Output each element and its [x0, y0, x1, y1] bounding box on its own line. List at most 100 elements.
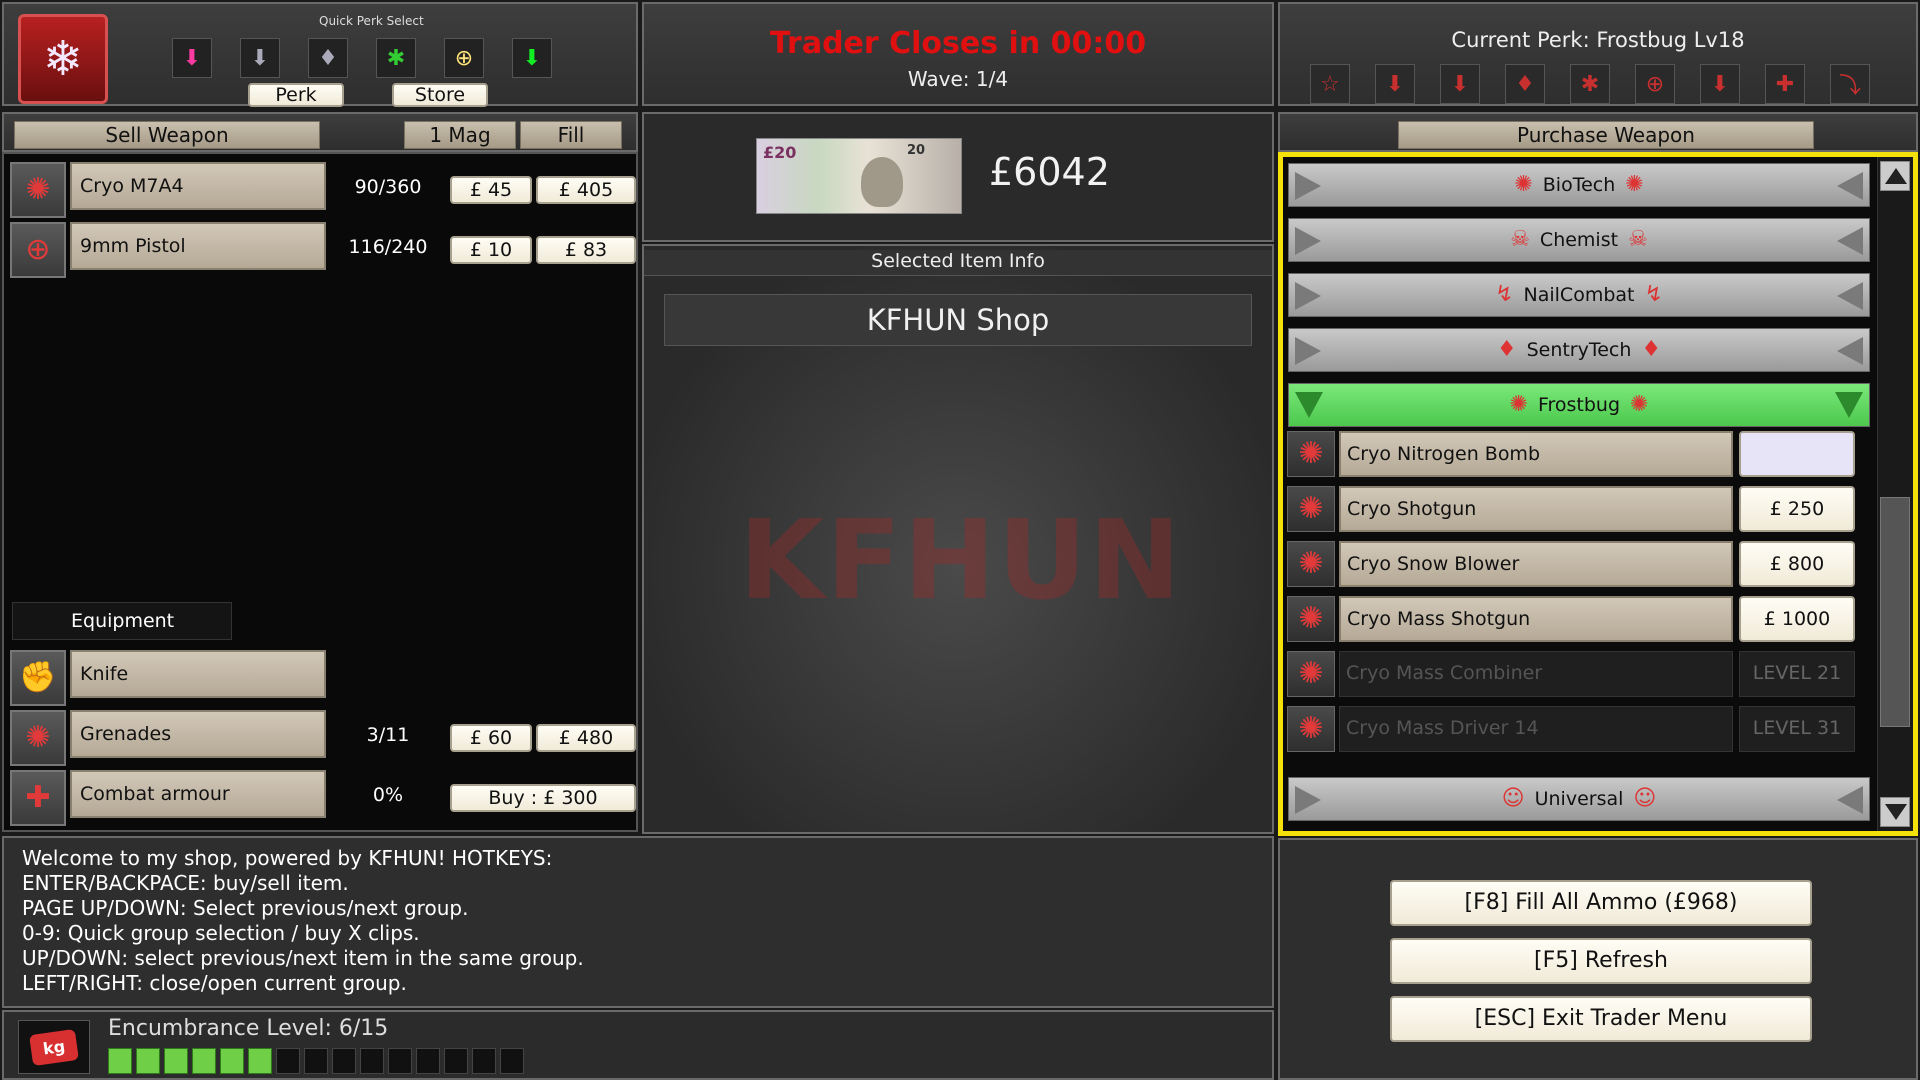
- help-line: ENTER/BACKPACE: buy/sell item.: [22, 871, 349, 895]
- purchase-list: ✺ BioTech ✺ ☠ Chemist ☠ ↯ NailCombat ↯ ♦ Sentry…: [1278, 152, 1918, 836]
- buy-mag-button[interactable]: £ 10: [450, 236, 532, 264]
- purchase-item-name[interactable]: Cryo Shotgun: [1339, 486, 1733, 532]
- trader-status-panel: Trader Closes in 00:00 Wave: 1/4: [642, 2, 1274, 106]
- purchase-item-price[interactable]: £ 250: [1739, 486, 1855, 532]
- group-label: BioTech: [1542, 174, 1616, 196]
- biohazard-icon: ✺: [1514, 172, 1533, 197]
- skull-icon: ☠: [1510, 227, 1530, 252]
- perk-group-icon[interactable]: ⬇: [1700, 64, 1740, 104]
- purchase-item-name[interactable]: Cryo Nitrogen Bomb: [1339, 431, 1733, 477]
- perk-icon-medic[interactable]: ✱: [376, 38, 416, 78]
- encumbrance-cell: [500, 1048, 524, 1074]
- perk-icon-sharpshooter[interactable]: ⊕: [444, 38, 484, 78]
- current-perk-label: Current Perk: Frostbug Lv18: [1451, 28, 1745, 52]
- snowflake-perk-icon: ✺: [25, 172, 51, 207]
- expand-arrow-icon: [1295, 282, 1321, 310]
- group-nailcombat[interactable]: ↯ NailCombat ↯: [1288, 273, 1870, 317]
- refresh-button[interactable]: [F5] Refresh: [1390, 938, 1812, 984]
- perk-header-panel: ❄ Quick Perk Select ⬇ ⬇ ♦ ✱ ⊕ ⬇ Perk Sto…: [2, 2, 638, 107]
- sell-item-name[interactable]: Cryo M7A4: [70, 162, 326, 210]
- help-panel: Welcome to my shop, powered by KFHUN! HO…: [2, 836, 1274, 1008]
- snowflake-perk-icon: ✺: [1298, 436, 1324, 471]
- collapse-arrow-icon: [1837, 337, 1863, 365]
- encumbrance-cell: [248, 1048, 272, 1074]
- encumbrance-cell: [192, 1048, 216, 1074]
- purchase-item-price-selected[interactable]: £ 500: [1739, 431, 1855, 477]
- crosshair-icon[interactable]: ⊕: [1635, 64, 1675, 104]
- perk-icon-firebug[interactable]: ♦: [308, 38, 348, 78]
- star-icon[interactable]: ☆: [1310, 64, 1350, 104]
- selected-item-info-title: Selected Item Info: [644, 250, 1272, 276]
- cross-icon[interactable]: ✚: [1765, 64, 1805, 104]
- equipment-icon: ✚: [10, 770, 66, 826]
- exit-trader-button[interactable]: [ESC] Exit Trader Menu: [1390, 996, 1812, 1042]
- snowflake-perk-icon: ✺: [1298, 601, 1324, 636]
- armour-percent: 0%: [372, 784, 404, 806]
- group-biotech[interactable]: ✺ BioTech ✺: [1288, 163, 1870, 207]
- snowflake-perk-icon: ✺: [1298, 711, 1324, 746]
- item-icon: ✺: [1287, 596, 1335, 642]
- encumbrance-cell: [472, 1048, 496, 1074]
- fill-all-ammo-button[interactable]: [F8] Fill All Ammo (£968): [1390, 880, 1812, 926]
- universal-icon: ☺: [1633, 786, 1657, 811]
- fill-ammo-button[interactable]: £ 83: [536, 236, 636, 264]
- perk-icon-berserker[interactable]: ⬇: [512, 38, 552, 78]
- group-universal[interactable]: ☺ Universal ☺: [1288, 777, 1870, 821]
- scroll-thumb[interactable]: [1880, 497, 1910, 727]
- purchase-item-level-lock: LEVEL 31: [1739, 706, 1855, 752]
- sell-list: ✺ Cryo M7A4 90/360 £ 45 £ 405 ⊕ 9mm Pist…: [2, 152, 638, 832]
- tab-store[interactable]: Store: [392, 83, 488, 107]
- equipment-icon: ✊: [10, 650, 66, 706]
- fill-column-header: Fill: [520, 121, 622, 149]
- scroll-up-icon[interactable]: [1880, 161, 1910, 191]
- collapse-arrow-icon: [1837, 227, 1863, 255]
- collapse-arrow-icon: [1837, 786, 1863, 814]
- equipment-name[interactable]: Knife: [70, 650, 326, 698]
- biohazard-icon: ✺: [1625, 172, 1644, 197]
- sell-item-ammo: 116/240: [348, 236, 428, 258]
- shop-name: KFHUN Shop: [664, 294, 1252, 346]
- sell-weapon-title: Sell Weapon: [14, 121, 320, 149]
- nail-icon: ↯: [1495, 282, 1514, 307]
- wave-counter: Wave: 1/4: [907, 67, 1009, 91]
- buy-grenade-button[interactable]: £ 60: [450, 724, 532, 752]
- perk-icon-commando[interactable]: ⬇: [172, 38, 212, 78]
- purchase-item-price[interactable]: £ 800: [1739, 541, 1855, 587]
- actions-panel: [F8] Fill All Ammo (£968) [F5] Refresh […: [1278, 838, 1918, 1080]
- sell-item-ammo: 90/360: [354, 176, 422, 198]
- encumbrance-label: Encumbrance Level: 6/15: [108, 1016, 389, 1041]
- perk-group-icon[interactable]: ⤵: [1830, 64, 1870, 104]
- collapse-arrow-icon: [1295, 392, 1323, 418]
- collapse-arrow-icon: [1835, 392, 1863, 418]
- group-frostbug[interactable]: ✺ Frostbug ✺: [1288, 383, 1870, 427]
- group-chemist[interactable]: ☠ Chemist ☠: [1288, 218, 1870, 262]
- purchase-item-name[interactable]: Cryo Snow Blower: [1339, 541, 1733, 587]
- weapon-icon: ✺: [10, 162, 66, 218]
- purchase-item-price[interactable]: £ 1000: [1739, 596, 1855, 642]
- purchase-scrollbar[interactable]: [1877, 157, 1913, 831]
- equipment-name[interactable]: Grenades: [70, 710, 326, 758]
- sell-item-name[interactable]: 9mm Pistol: [70, 222, 326, 270]
- flame-icon[interactable]: ♦: [1505, 64, 1545, 104]
- equipment-name[interactable]: Combat armour: [70, 770, 326, 818]
- kg-icon-label: kg: [29, 1028, 79, 1066]
- fill-ammo-button[interactable]: £ 405: [536, 176, 636, 204]
- help-line: 0-9: Quick group selection / buy X clips…: [22, 921, 420, 945]
- group-sentrytech[interactable]: ♦ SentryTech ♦: [1288, 328, 1870, 372]
- cross-icon: ✚: [25, 780, 51, 815]
- perk-group-icon[interactable]: ✱: [1570, 64, 1610, 104]
- fill-grenades-button[interactable]: £ 480: [536, 724, 636, 752]
- perk-group-icon[interactable]: ⬇: [1440, 64, 1480, 104]
- scroll-down-icon[interactable]: [1880, 797, 1910, 827]
- current-perk-badge[interactable]: ❄: [18, 14, 108, 104]
- buy-mag-button[interactable]: £ 45: [450, 176, 532, 204]
- tab-perk[interactable]: Perk: [248, 83, 344, 107]
- perk-icon-support[interactable]: ⬇: [240, 38, 280, 78]
- help-line: Welcome to my shop, powered by KFHUN! HO…: [22, 846, 553, 870]
- purchase-item-name[interactable]: Cryo Mass Shotgun: [1339, 596, 1733, 642]
- current-perk-panel: Current Perk: Frostbug Lv18 ☆ ⬇ ⬇ ♦ ✱ ⊕ …: [1278, 2, 1918, 106]
- buy-armour-button[interactable]: Buy : £ 300: [450, 784, 636, 812]
- perk-group-icon[interactable]: ⬇: [1375, 64, 1415, 104]
- money-panel: £20 20 £6042: [642, 112, 1274, 242]
- snowflake-perk-icon: ✺: [1298, 491, 1324, 526]
